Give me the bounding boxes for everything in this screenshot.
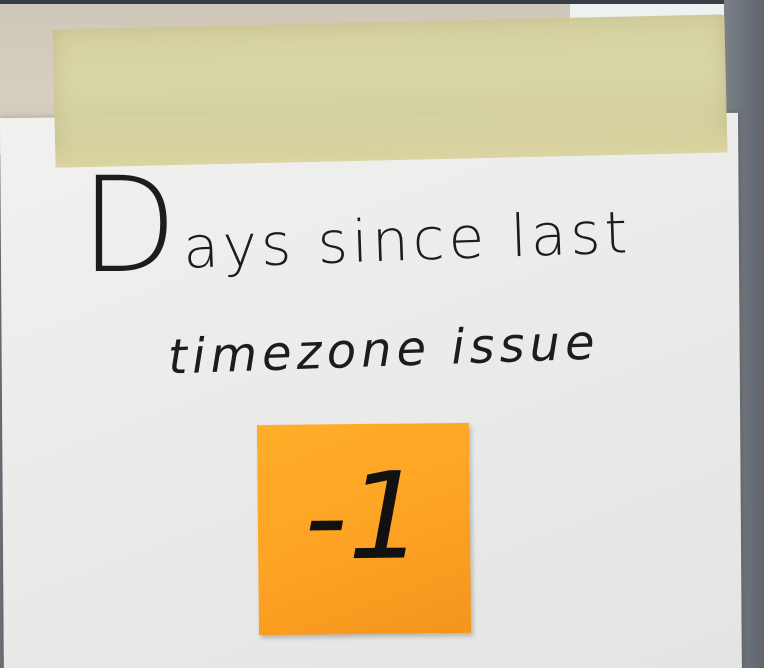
masking-tape (52, 14, 728, 168)
photo-scene: Days since last timezone issue -1 (0, 0, 764, 668)
sign-line-1: Days since last (78, 149, 632, 303)
sign-line-1-rest: ays since last (181, 198, 632, 282)
sticky-note: -1 (256, 422, 472, 636)
day-counter-value: -1 (303, 447, 425, 588)
sign-initial-letter: D (80, 149, 181, 303)
